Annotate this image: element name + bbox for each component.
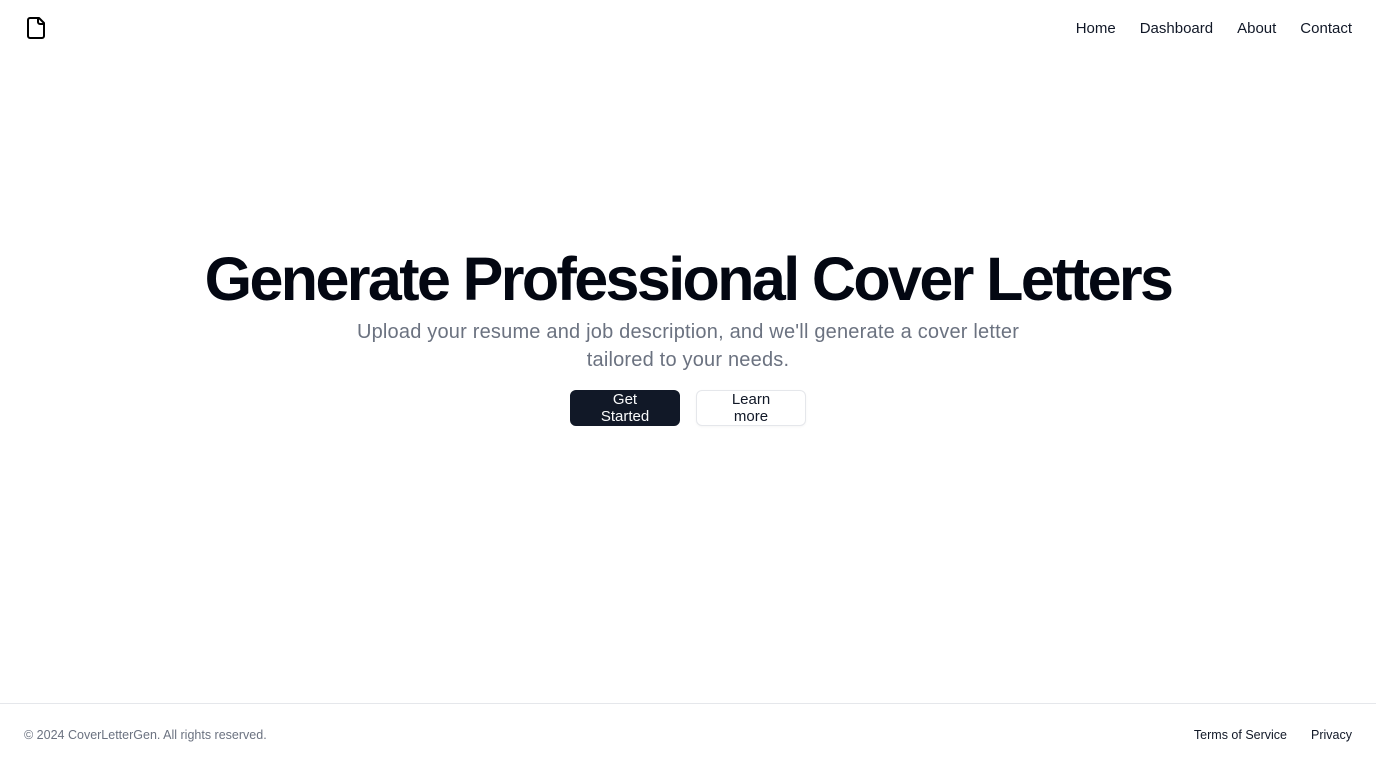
hero-subtitle: Upload your resume and job description, … bbox=[356, 321, 1020, 371]
footer-nav: Terms of Service Privacy bbox=[1194, 728, 1352, 742]
site-footer: © 2024 CoverLetterGen. All rights reserv… bbox=[0, 703, 1376, 768]
hero-title: Generate Professional Cover Letters bbox=[204, 245, 1174, 313]
site-header: Home Dashboard About Contact bbox=[0, 0, 1376, 56]
hero-actions: Get Started Learn more bbox=[570, 390, 806, 426]
home-logo-link[interactable] bbox=[24, 16, 48, 40]
nav-link-home[interactable]: Home bbox=[1076, 20, 1116, 37]
copyright-text: © 2024 CoverLetterGen. All rights reserv… bbox=[24, 728, 267, 742]
nav-link-dashboard[interactable]: Dashboard bbox=[1140, 20, 1213, 37]
nav-link-about[interactable]: About bbox=[1237, 20, 1276, 37]
main-nav: Home Dashboard About Contact bbox=[1076, 20, 1352, 37]
page: Home Dashboard About Contact Generate Pr… bbox=[0, 0, 1376, 768]
privacy-link[interactable]: Privacy bbox=[1311, 728, 1352, 742]
get-started-button[interactable]: Get Started bbox=[570, 390, 680, 426]
terms-of-service-link[interactable]: Terms of Service bbox=[1194, 728, 1287, 742]
file-icon bbox=[27, 17, 45, 39]
nav-link-contact[interactable]: Contact bbox=[1300, 20, 1352, 37]
learn-more-button[interactable]: Learn more bbox=[696, 390, 806, 426]
hero-section: Generate Professional Cover Letters Uplo… bbox=[0, 244, 1376, 426]
